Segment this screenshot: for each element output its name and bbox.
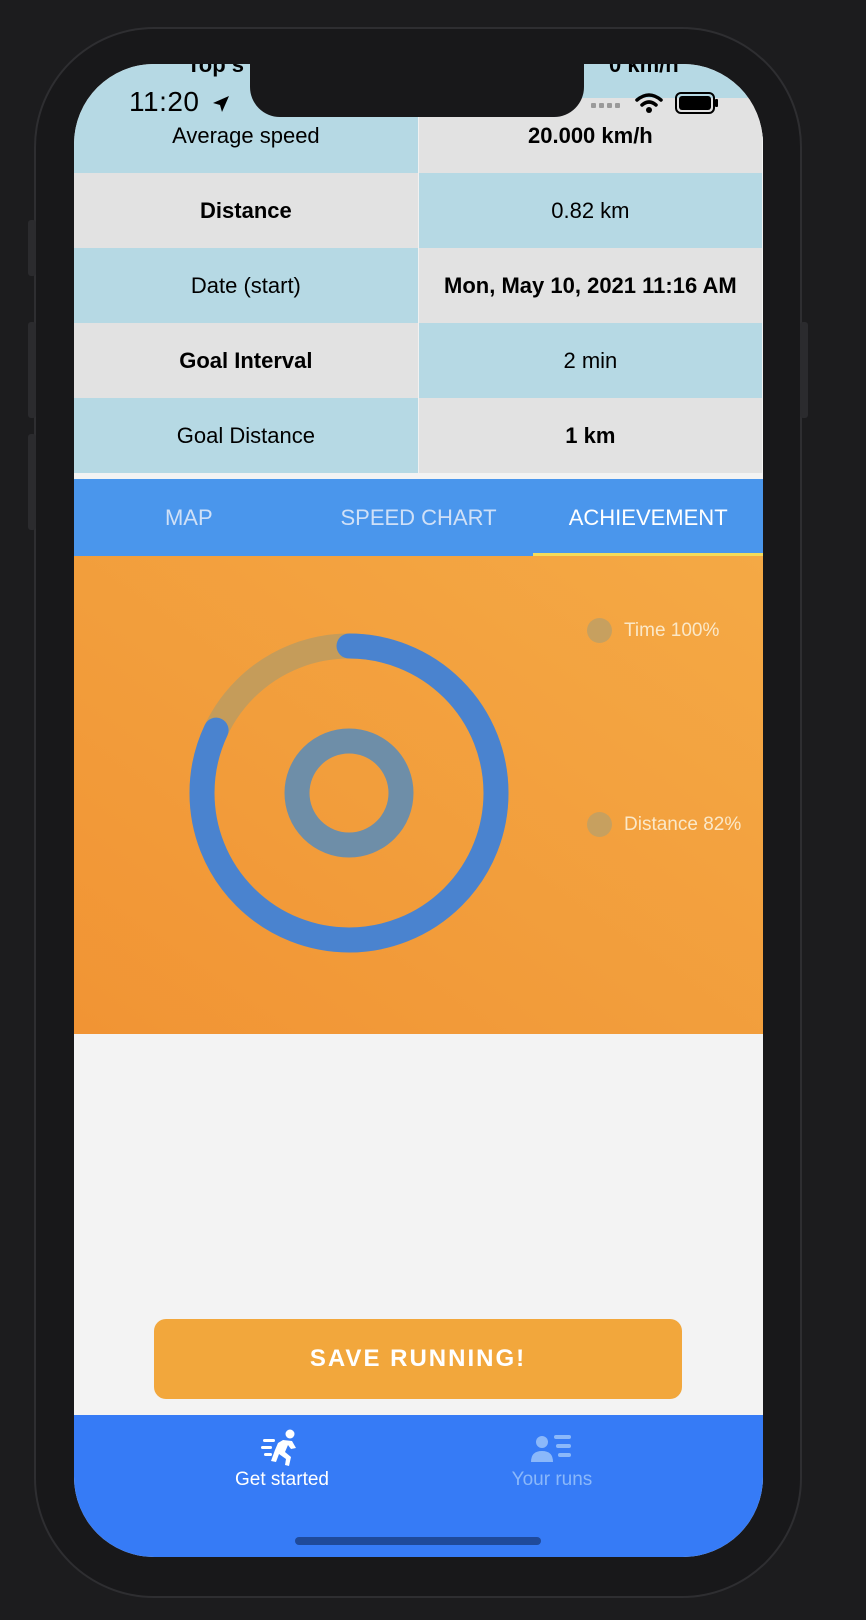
stat-value: 1 km [418, 398, 763, 473]
tab-map[interactable]: MAP [74, 479, 304, 556]
mute-switch [28, 220, 36, 276]
location-arrow-icon [212, 95, 229, 112]
stat-value: 0.82 km [418, 173, 763, 248]
table-row: Goal Interval 2 min [74, 323, 763, 398]
wifi-icon [635, 93, 663, 113]
peek-value: 0 km/h [609, 64, 679, 77]
stat-label: Distance [74, 173, 419, 248]
status-time: 11:20 [129, 86, 230, 118]
stat-value: Mon, May 10, 2021 11:16 AM [418, 248, 763, 323]
stat-label: Date (start) [74, 248, 419, 323]
time-progress-ring [284, 728, 414, 858]
legend-dot [587, 618, 612, 643]
table-row: Goal Distance 1 km [74, 398, 763, 473]
stat-value: 2 min [418, 323, 763, 398]
legend-time: Time 100% [587, 618, 719, 643]
legend-dot [587, 812, 612, 837]
tab-achievement[interactable]: ACHIEVEMENT [533, 479, 763, 556]
tab-bar: MAP SPEED CHART ACHIEVEMENT [74, 479, 763, 556]
stats-table: Average speed 20.000 km/h Distance 0.82 … [74, 98, 763, 473]
person-list-icon [531, 1435, 571, 1462]
notch [250, 64, 584, 117]
app-screen: Top s 0 km/h 11:20 Average speed 20.000 … [74, 64, 763, 1557]
bottom-nav: Get started Your runs [74, 1415, 763, 1557]
tab-speed-chart[interactable]: SPEED CHART [304, 479, 534, 556]
legend-label: Time 100% [624, 619, 720, 641]
stat-label: Goal Interval [74, 323, 419, 398]
peek-label: Top s [187, 64, 245, 77]
volume-up-button [28, 322, 36, 418]
table-row: Date (start) Mon, May 10, 2021 11:16 AM [74, 248, 763, 323]
home-indicator [295, 1537, 541, 1545]
nav-your-runs[interactable]: Your runs [452, 1429, 652, 1491]
nav-label: Get started [235, 1469, 329, 1490]
battery-icon [675, 92, 718, 114]
stat-label: Goal Distance [74, 398, 419, 473]
power-button [800, 322, 808, 418]
legend-distance: Distance 82% [587, 812, 741, 837]
time-label: 11:20 [129, 86, 200, 117]
runner-icon [261, 1429, 296, 1466]
nav-get-started[interactable]: Get started [182, 1429, 382, 1491]
status-icons [591, 92, 719, 114]
signal-icon [591, 103, 620, 108]
legend-label: Distance 82% [624, 813, 742, 835]
nav-label: Your runs [511, 1469, 593, 1490]
table-row: Distance 0.82 km [74, 173, 763, 248]
save-running-button[interactable]: SAVE RUNNING! [154, 1319, 682, 1399]
achievement-panel: Time 100% Distance 82% [74, 556, 763, 1034]
volume-down-button [28, 434, 36, 530]
